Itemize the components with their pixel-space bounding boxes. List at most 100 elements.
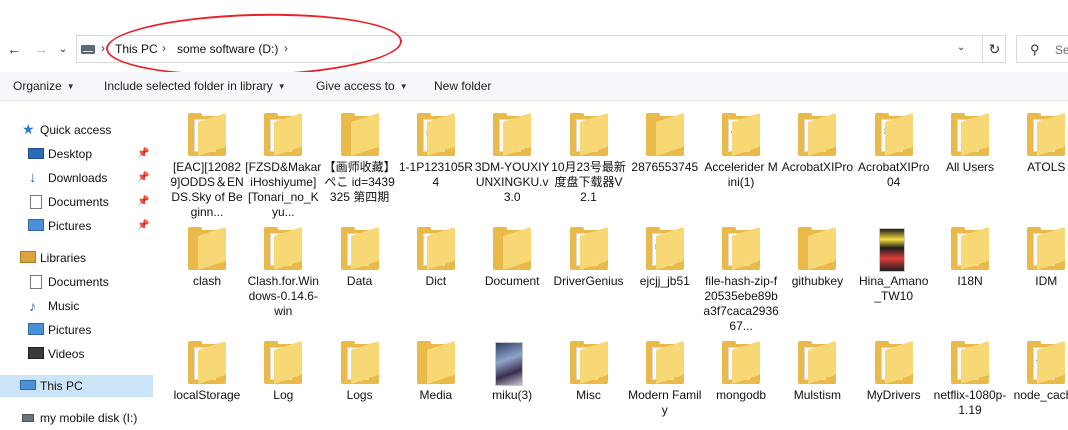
folder-icon — [264, 226, 303, 270]
sidebar-item-lib-music[interactable]: ♪ Music — [0, 295, 153, 317]
sidebar-item-lib-videos[interactable]: Videos — [0, 343, 153, 365]
folder-item[interactable]: 2876553745 — [627, 104, 703, 216]
folder-item[interactable]: All Users — [932, 104, 1008, 216]
breadcrumb-drive-d[interactable]: some software (D:) — [177, 42, 278, 56]
sidebar-item-label: Libraries — [40, 251, 87, 265]
folder-item[interactable]: Document — [474, 218, 550, 330]
folder-icon — [493, 112, 532, 156]
folder-item[interactable]: Hina_Amano_TW10 — [856, 218, 932, 330]
breadcrumb-this-pc[interactable]: This PC — [115, 42, 158, 56]
folder-icon — [340, 226, 379, 270]
folder-icon — [798, 112, 837, 156]
folder-item[interactable]: ATOLS — [1008, 104, 1068, 216]
folder-name: I18N — [957, 274, 983, 288]
navigation-pane: ★ Quick access Desktop 📌 ↓ Downloads 📌 D… — [0, 102, 153, 430]
address-bar[interactable]: › This PC › some software (D:) › ⌄ ↻ — [76, 35, 1006, 63]
folder-name: Dict — [425, 274, 447, 288]
folder-item[interactable]: MyDrivers — [856, 332, 932, 430]
folder-item[interactable]: DriverGenius — [551, 218, 627, 330]
refresh-button[interactable]: ↻ — [982, 35, 1006, 63]
folder-item[interactable]: mongodb — [703, 332, 779, 430]
folder-item[interactable]: clash — [169, 218, 245, 330]
sidebar-item-lib-pictures[interactable]: Pictures — [0, 319, 153, 341]
desktop-icon — [28, 148, 44, 159]
folder-item[interactable]: ▭ ejcjj_jb51 — [627, 218, 703, 330]
sidebar-item-downloads[interactable]: ↓ Downloads 📌 — [0, 167, 153, 189]
folder-item[interactable]: Modern Family — [627, 332, 703, 430]
folder-item[interactable]: netflix-1080p-1.19 — [932, 332, 1008, 430]
search-icon: ⚲ — [1030, 42, 1040, 57]
folder-icon: ▲ — [188, 112, 226, 156]
forward-arrow-icon: → — [34, 41, 48, 57]
sidebar-item-label: Pictures — [48, 219, 92, 233]
folder-icon: ✱ — [874, 112, 913, 156]
folder-item[interactable]: Clash.for.Windows-0.14.6-win — [245, 218, 321, 330]
sidebar-item-lib-documents[interactable]: Documents — [0, 271, 153, 293]
folder-item[interactable]: Logs — [322, 332, 398, 430]
folder-item[interactable]: 3DM-YOUXIYUNXINGKU.v3.0 — [474, 104, 550, 216]
sidebar-item-mobile-disk[interactable]: my mobile disk (I:) — [0, 407, 153, 429]
folder-item[interactable]: Dict — [398, 218, 474, 330]
folder-item[interactable]: ▲[EAC][120829]ODDS＆ENDS.Sky of Beginn... — [169, 104, 245, 219]
folder-icon — [798, 226, 837, 270]
folder-name: ATOLS — [1027, 160, 1066, 174]
sidebar-item-desktop[interactable]: Desktop 📌 — [0, 143, 153, 165]
drive-icon — [81, 45, 95, 54]
folder-item[interactable]: miku(3) — [474, 332, 550, 430]
forward-button[interactable]: → — [30, 38, 52, 60]
folder-item[interactable]: Data — [322, 218, 398, 330]
folder-icon — [340, 340, 379, 384]
folder-name: Clash.for.Windows-0.14.6-win — [247, 274, 319, 318]
folder-icon — [569, 112, 608, 156]
document-icon — [30, 195, 42, 209]
sidebar-item-pictures[interactable]: Pictures 📌 — [0, 215, 153, 237]
give-access-label: Give access to — [316, 79, 395, 93]
folder-item[interactable]: 【画师收藏】ぺこ id=3439325 第四期 — [322, 104, 398, 216]
address-dropdown-icon[interactable]: ⌄ — [957, 42, 965, 53]
give-access-menu[interactable]: Give access to ▼ — [316, 79, 408, 93]
organize-menu[interactable]: Organize ▼ — [13, 79, 75, 93]
folder-item[interactable]: {} Accelerider Mini(1) — [703, 104, 779, 216]
search-box[interactable]: ⚲ Se — [1016, 35, 1068, 63]
folder-item[interactable]: Log — [245, 332, 321, 430]
pictures-icon — [28, 219, 44, 231]
include-in-library-menu[interactable]: Include selected folder in library ▼ — [104, 79, 286, 93]
sidebar-item-documents[interactable]: Documents 📌 — [0, 191, 153, 213]
sidebar-item-libraries[interactable]: Libraries — [0, 247, 153, 269]
folder-icon — [951, 340, 989, 384]
folder-item[interactable]: githubkey — [779, 218, 855, 330]
folder-item[interactable]: Media — [398, 332, 474, 430]
folder-item[interactable]: 10月23号最新度盘下载器V2.1 — [551, 104, 627, 216]
pin-icon: 📌 — [137, 196, 150, 207]
folder-name: 【画师收藏】ぺこ id=3439325 第四期 — [323, 160, 396, 204]
pin-icon: 📌 — [137, 148, 150, 159]
folder-item[interactable]: ✱ AcrobatXIPro04 — [856, 104, 932, 216]
search-placeholder: Se — [1055, 43, 1068, 57]
folder-item[interactable]: I18N — [932, 218, 1008, 330]
folder-name: [FZSD&MakariHoshiyume][Tonari_no_Kyu... — [245, 160, 322, 219]
folder-item[interactable]: file-hash-zip-f20535ebe89ba3f7caca293667… — [703, 218, 779, 333]
folder-icon — [874, 340, 913, 384]
folder-item[interactable]: ▭ 1-1P123105R4 — [398, 104, 474, 216]
document-icon — [30, 275, 42, 289]
folder-item[interactable]: [FZSD&MakariHoshiyume][Tonari_no_Kyu... — [245, 104, 321, 219]
folder-icon — [264, 112, 303, 156]
folder-icon — [1027, 226, 1066, 270]
folder-item[interactable]: Misc — [551, 332, 627, 430]
new-folder-button[interactable]: New folder — [434, 79, 491, 93]
video-film-icon — [28, 347, 44, 359]
recent-locations-button[interactable]: ⌄ — [56, 38, 70, 60]
back-button[interactable]: ← — [3, 38, 25, 60]
folder-icon — [569, 340, 608, 384]
folder-item[interactable]: AcrobatXIPro — [779, 104, 855, 216]
sidebar-item-quick-access[interactable]: ★ Quick access — [0, 119, 153, 141]
sidebar-item-this-pc[interactable]: This PC — [0, 375, 153, 397]
folder-name: Accelerider Mini(1) — [704, 160, 778, 189]
folder-item[interactable]: localStorage — [169, 332, 245, 430]
folder-item[interactable]: {} node_cache — [1008, 332, 1068, 430]
folder-item[interactable]: IDM — [1008, 218, 1068, 330]
folder-item[interactable]: Mulstism — [779, 332, 855, 430]
folder-name: netflix-1080p-1.19 — [933, 388, 1007, 417]
address-row: ← → ⌄ › This PC › some software (D:) › ⌄… — [0, 0, 1068, 80]
folder-name: Data — [346, 274, 373, 288]
